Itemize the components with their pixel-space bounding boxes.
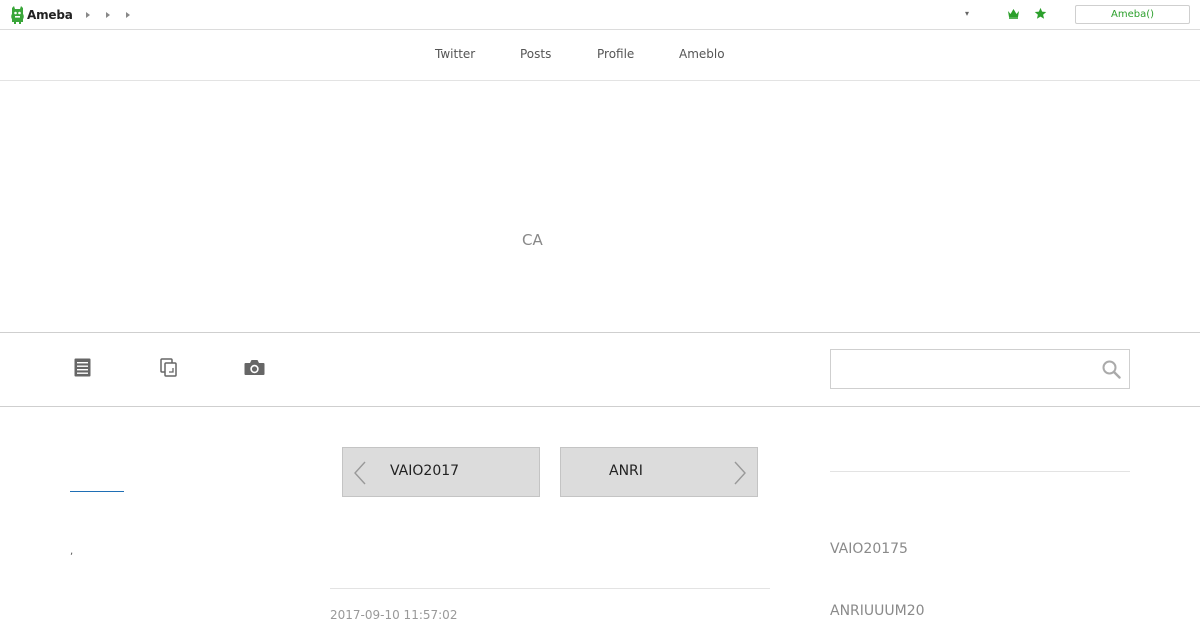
sidebar-entry[interactable]: VAIO20175 bbox=[830, 541, 908, 557]
top-bar: Ameba ▾ Ameba() bbox=[0, 0, 1200, 30]
search-icon[interactable] bbox=[1102, 360, 1121, 379]
blog-toolbar bbox=[0, 333, 1200, 407]
next-post-button[interactable]: ANRI bbox=[560, 447, 758, 497]
left-nav-link-underline[interactable] bbox=[70, 491, 124, 492]
dropdown-caret-icon[interactable]: ▾ bbox=[965, 9, 969, 18]
breadcrumb-arrow-icon[interactable] bbox=[106, 12, 110, 18]
blog-nav: Twitter Posts Profile Ameblo bbox=[0, 30, 1200, 81]
nav-item-posts[interactable]: Posts bbox=[520, 47, 551, 61]
ameba-logo[interactable]: Ameba bbox=[10, 5, 73, 25]
camera-icon[interactable] bbox=[244, 359, 265, 376]
blog-header: CA bbox=[0, 81, 1200, 333]
content-divider bbox=[330, 588, 770, 589]
nav-item-profile[interactable]: Profile bbox=[597, 47, 634, 61]
next-post-label: ANRI bbox=[609, 463, 643, 479]
sidebar-entry[interactable]: ANRIUUUM20 bbox=[830, 603, 925, 619]
chevron-left-icon bbox=[354, 461, 366, 485]
article-icon[interactable] bbox=[74, 358, 91, 377]
prev-post-label: VAIO2017 bbox=[390, 463, 460, 479]
sidebar-divider bbox=[830, 471, 1130, 472]
crown-icon[interactable] bbox=[1007, 8, 1020, 19]
left-column-text: , bbox=[70, 546, 74, 557]
post-date: 2017-09-10 11:57:02 bbox=[330, 608, 458, 622]
prev-post-button[interactable]: VAIO2017 bbox=[342, 447, 540, 497]
breadcrumb-arrow-icon[interactable] bbox=[126, 12, 130, 18]
search-input[interactable] bbox=[831, 350, 1091, 388]
nav-item-twitter[interactable]: Twitter bbox=[435, 47, 475, 61]
breadcrumb-arrow-icon[interactable] bbox=[86, 12, 90, 18]
star-icon[interactable] bbox=[1034, 7, 1047, 20]
blog-title[interactable]: CA bbox=[522, 231, 543, 249]
nav-item-ameblo[interactable]: Ameblo bbox=[679, 47, 725, 61]
copy-icon[interactable] bbox=[160, 358, 178, 377]
chevron-right-icon bbox=[734, 461, 746, 485]
blog-search-box bbox=[830, 349, 1130, 389]
ameba-mascot-icon bbox=[11, 6, 24, 24]
logo-text: Ameba bbox=[27, 8, 73, 22]
ameba-account-button[interactable]: Ameba() bbox=[1075, 5, 1190, 24]
